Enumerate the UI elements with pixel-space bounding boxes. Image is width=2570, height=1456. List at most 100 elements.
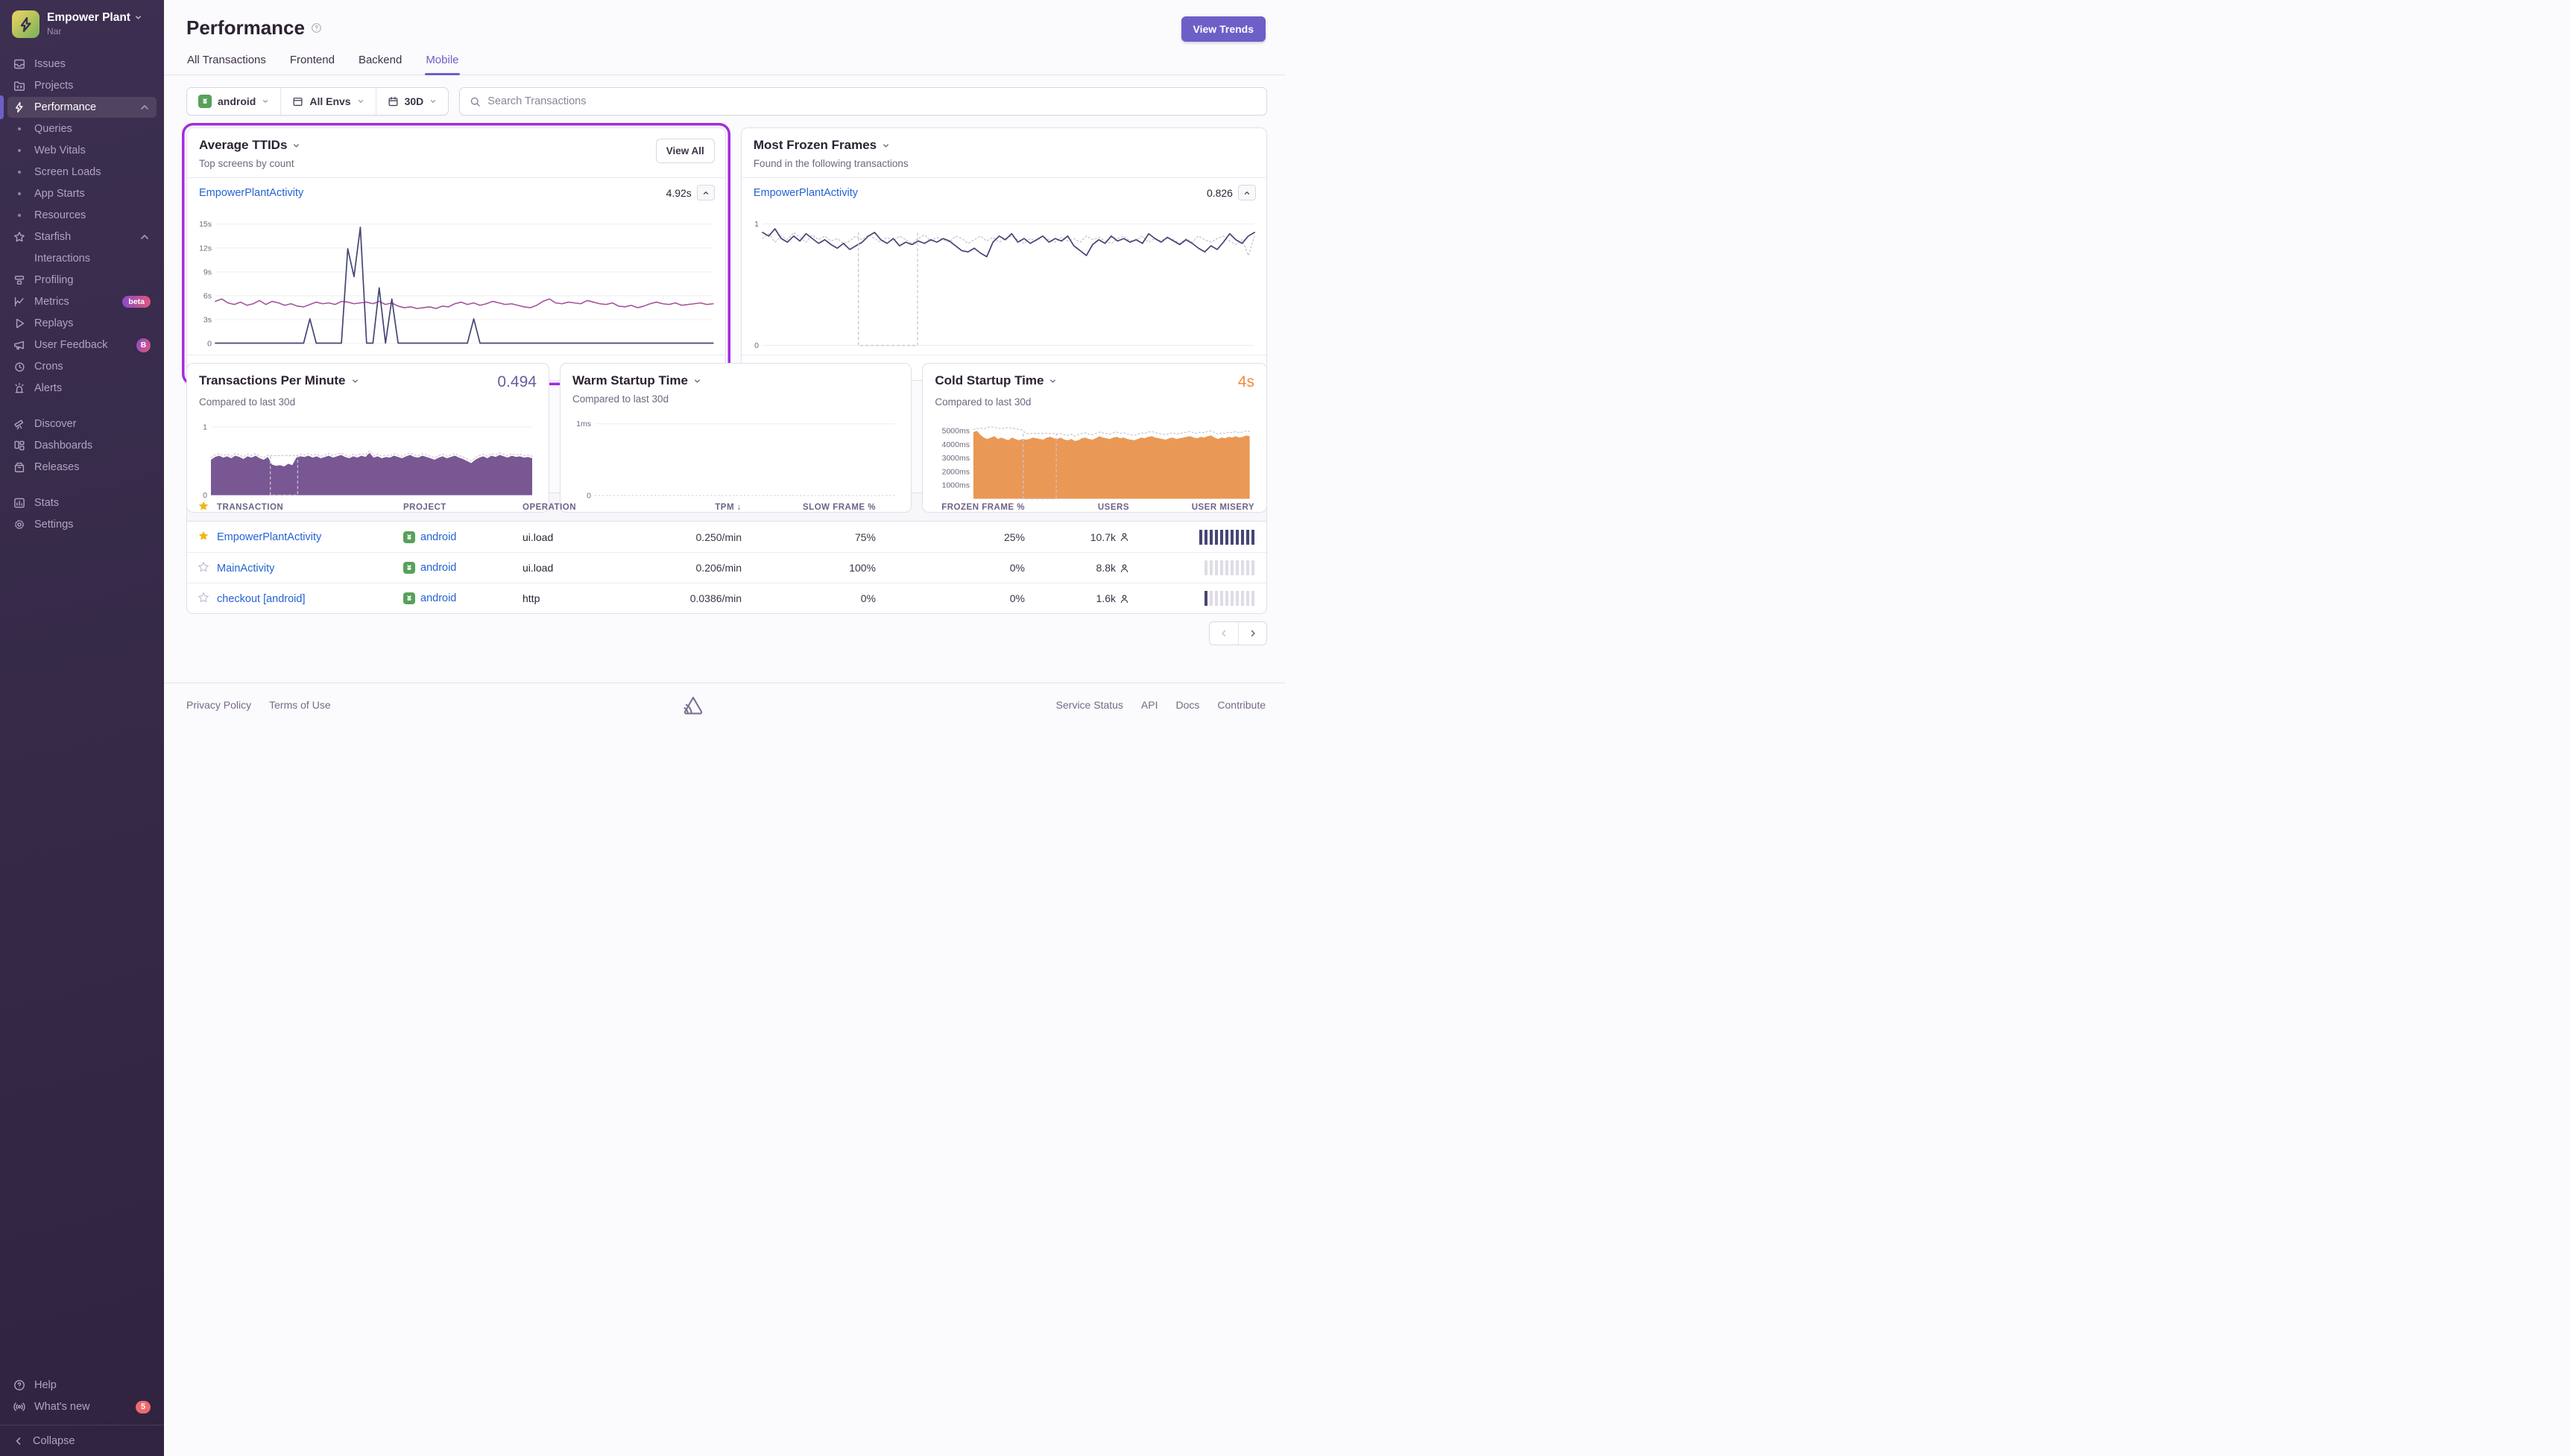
card-subtitle: Found in the following transactions	[754, 158, 1254, 169]
sidebar-item-performance[interactable]: Performance	[7, 97, 157, 118]
sidebar-item-help[interactable]: Help	[7, 1375, 157, 1396]
average-ttids-card: Average TTIDs Top screens by count View …	[186, 127, 726, 381]
project-filter[interactable]: android	[187, 88, 280, 115]
star-column-header[interactable]	[187, 500, 217, 514]
chevron-down-icon	[262, 98, 269, 105]
average-ttids-chart[interactable]: 15s12s9s6s3s0	[193, 208, 718, 352]
column-header-transaction[interactable]: TRANSACTION	[217, 503, 403, 512]
footer-link-privacy-policy[interactable]: Privacy Policy	[186, 699, 251, 711]
sidebar-item-crons[interactable]: Crons	[7, 356, 157, 377]
warm-startup-title-select[interactable]: Warm Startup Time	[572, 373, 701, 388]
sidebar-item-stats[interactable]: Stats	[7, 493, 157, 513]
collapse-row-button[interactable]	[697, 185, 715, 200]
average-ttids-title-select[interactable]: Average TTIDs	[199, 138, 713, 153]
sidebar-item-web-vitals[interactable]: Web Vitals	[7, 140, 157, 161]
help-circle-icon[interactable]	[311, 22, 322, 34]
tab-mobile[interactable]: Mobile	[425, 54, 459, 75]
most-frozen-frames-card: Most Frozen Frames Found in the followin…	[741, 127, 1267, 381]
footer-link-service-status[interactable]: Service Status	[1056, 699, 1123, 711]
view-trends-button[interactable]: View Trends	[1181, 16, 1266, 42]
transaction-link[interactable]: checkout [android]	[217, 593, 306, 605]
sidebar-item-replays[interactable]: Replays	[7, 313, 157, 334]
sidebar-item-profiling[interactable]: Profiling	[7, 270, 157, 291]
star-outline-icon[interactable]	[198, 561, 211, 575]
active-accent-bar	[0, 95, 4, 119]
sidebar-item-issues[interactable]: Issues	[7, 54, 157, 75]
view-all-button[interactable]: View All	[656, 139, 715, 163]
svg-text:15s: 15s	[199, 221, 212, 229]
project-link[interactable]: android	[420, 592, 456, 604]
sidebar-item-resources[interactable]: Resources	[7, 205, 157, 226]
sidebar-item-metrics[interactable]: Metricsbeta	[7, 291, 157, 312]
tpm-title-select[interactable]: Transactions Per Minute	[199, 373, 359, 388]
sidebar-item-label: What's new	[34, 1401, 90, 1413]
transaction-link[interactable]: EmpowerPlantActivity	[754, 187, 858, 199]
sidebar-collapse-button[interactable]: Collapse	[0, 1425, 164, 1456]
sidebar-item-discover[interactable]: Discover	[7, 414, 157, 434]
column-header-operation[interactable]: OPERATION	[522, 503, 634, 512]
environment-filter[interactable]: All Envs	[280, 88, 375, 115]
sidebar-item-what-s-new[interactable]: What's new5	[7, 1396, 157, 1417]
svg-text:2000ms: 2000ms	[942, 468, 970, 476]
svg-text:0: 0	[203, 492, 207, 500]
users-count: 8.8k	[1096, 562, 1116, 574]
org-switcher[interactable]: Empower Plant Nar	[0, 0, 164, 44]
sidebar-item-dashboards[interactable]: Dashboards	[7, 435, 157, 456]
sidebar-item-label: Interactions	[34, 253, 90, 265]
chevron-down-icon	[292, 142, 300, 150]
sidebar-item-alerts[interactable]: Alerts	[7, 378, 157, 399]
sidebar-item-releases[interactable]: Releases	[7, 457, 157, 478]
sidebar-item-interactions[interactable]: Interactions	[7, 248, 157, 269]
org-subtitle: Nar	[47, 26, 142, 37]
tab-all-transactions[interactable]: All Transactions	[186, 54, 267, 75]
most-frozen-frames-title-select[interactable]: Most Frozen Frames	[754, 138, 1254, 153]
sidebar-item-settings[interactable]: Settings	[7, 514, 157, 535]
search-transactions-input[interactable]	[487, 95, 1257, 107]
footer-link-contribute[interactable]: Contribute	[1217, 699, 1266, 711]
project-link[interactable]: android	[420, 531, 456, 543]
next-page-button[interactable]	[1238, 622, 1266, 645]
transaction-link[interactable]: EmpowerPlantActivity	[217, 531, 321, 543]
transaction-link[interactable]: EmpowerPlantActivity	[199, 187, 303, 199]
sidebar-item-label: Help	[34, 1379, 57, 1391]
badge: beta	[122, 296, 151, 308]
transaction-link[interactable]: MainActivity	[217, 563, 274, 575]
tab-backend[interactable]: Backend	[358, 54, 402, 75]
sidebar-item-screen-loads[interactable]: Screen Loads	[7, 162, 157, 183]
column-header-frozen-frame[interactable]: FROZEN FRAME %	[888, 503, 1037, 512]
sidebar-item-label: User Feedback	[34, 339, 107, 351]
cold-startup-title-select[interactable]: Cold Startup Time	[935, 373, 1057, 388]
cold-startup-chart[interactable]: 5000ms4000ms3000ms2000ms1000ms	[935, 414, 1254, 505]
project-link[interactable]: android	[420, 562, 456, 574]
footer-link-api[interactable]: API	[1141, 699, 1158, 711]
column-header-users[interactable]: USERS	[1037, 503, 1141, 512]
sidebar-item-queries[interactable]: Queries	[7, 118, 157, 139]
star-filled-icon[interactable]	[198, 530, 211, 543]
sidebar-item-starfish[interactable]: Starfish	[7, 227, 157, 247]
operation-cell: http	[522, 592, 634, 604]
lightning-icon	[18, 16, 34, 33]
sidebar-item-user-feedback[interactable]: User FeedbackB	[7, 335, 157, 355]
footer-link-terms-of-use[interactable]: Terms of Use	[269, 699, 330, 711]
sidebar-item-projects[interactable]: Projects	[7, 75, 157, 96]
date-range-filter[interactable]: 30D	[376, 88, 449, 115]
tpm-chart[interactable]: 10	[199, 414, 537, 505]
column-header-project[interactable]: PROJECT	[403, 503, 522, 512]
most-frozen-frames-chart[interactable]: 10	[748, 208, 1259, 352]
megaphone-icon	[13, 339, 25, 351]
bullet-icon	[13, 171, 25, 174]
sidebar-item-label: Alerts	[34, 382, 62, 394]
footer-link-docs[interactable]: Docs	[1176, 699, 1200, 711]
previous-page-button[interactable]	[1210, 622, 1238, 645]
star-outline-icon[interactable]	[198, 592, 211, 605]
column-header-tpm[interactable]: TPM ↓	[634, 503, 754, 512]
issues-icon	[13, 58, 25, 70]
column-header-user-misery[interactable]: USER MISERY	[1141, 503, 1266, 512]
tpm-cell: 0.250/min	[634, 531, 754, 543]
tab-frontend[interactable]: Frontend	[289, 54, 335, 75]
warm-startup-chart[interactable]: 1ms0	[572, 411, 899, 505]
sidebar-item-label: App Starts	[34, 188, 85, 200]
column-header-slow-frame[interactable]: SLOW FRAME %	[754, 503, 888, 512]
collapse-row-button[interactable]	[1238, 185, 1256, 200]
sidebar-item-app-starts[interactable]: App Starts	[7, 183, 157, 204]
